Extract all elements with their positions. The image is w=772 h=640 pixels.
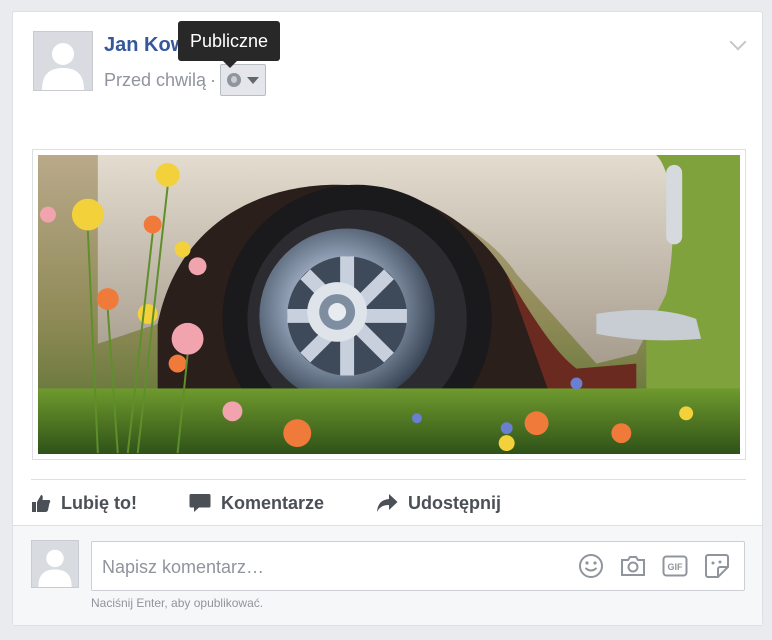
post-actions: Lubię to! Komentarze Udostępnij — [31, 488, 553, 518]
post-photo[interactable] — [32, 149, 746, 460]
gif-icon[interactable]: GIF — [662, 553, 688, 579]
meta-separator: · — [210, 69, 217, 90]
post-card: Jan Kowalski Przed chwilą · Publiczne Lu… — [12, 11, 763, 626]
chevron-down-icon[interactable] — [729, 33, 747, 51]
photo-image — [38, 155, 740, 454]
like-label: Lubię to! — [61, 492, 137, 513]
caret-down-icon — [247, 76, 260, 84]
emoji-icon[interactable] — [578, 553, 604, 579]
comment-composer: GIF — [91, 541, 745, 592]
post-timestamp[interactable]: Przed chwilą — [104, 70, 206, 91]
comment-button[interactable]: Komentarze — [189, 493, 324, 514]
comment-section: GIF Naciśnij Enter, aby opublikować. — [13, 525, 762, 625]
sticker-icon[interactable] — [704, 553, 730, 579]
privacy-selector-button[interactable] — [220, 64, 267, 96]
globe-icon — [227, 73, 242, 87]
camera-icon[interactable] — [620, 553, 646, 579]
thumbs-up-icon — [32, 495, 51, 512]
comment-icon — [189, 494, 211, 512]
actions-divider — [31, 479, 746, 480]
share-icon — [377, 494, 398, 512]
comment-hint: Naciśnij Enter, aby opublikować. — [91, 596, 264, 610]
share-button[interactable]: Udostępnij — [376, 493, 501, 514]
like-button[interactable]: Lubię to! — [31, 493, 137, 514]
post-meta: Przed chwilą · — [104, 64, 267, 96]
commenter-avatar[interactable] — [31, 540, 79, 588]
share-label: Udostępnij — [408, 492, 502, 513]
comment-label: Komentarze — [220, 492, 325, 513]
author-avatar[interactable] — [33, 31, 93, 91]
svg-text:GIF: GIF — [668, 562, 684, 572]
privacy-tooltip: Publiczne — [178, 21, 280, 68]
comment-input[interactable] — [100, 542, 574, 592]
